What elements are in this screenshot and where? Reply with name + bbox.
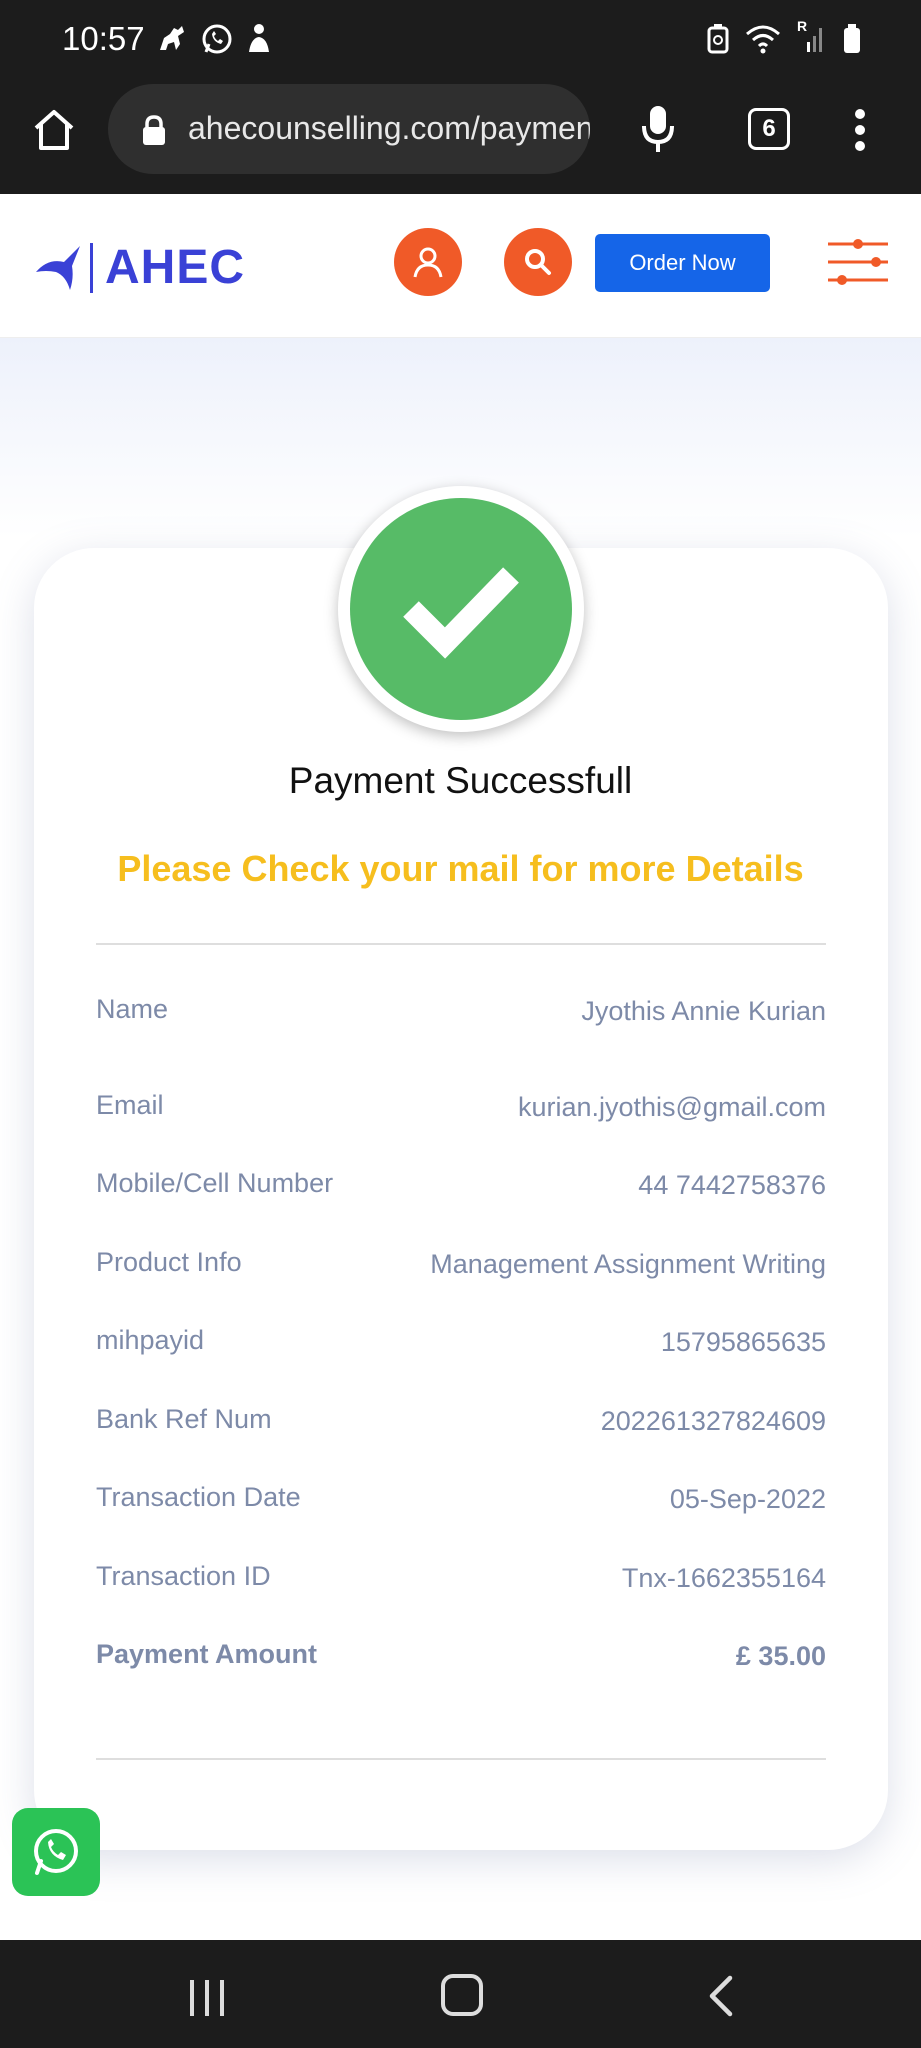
order-now-button[interactable]: Order Now xyxy=(595,234,770,292)
filter-menu-icon[interactable] xyxy=(826,238,890,288)
battery-icon xyxy=(844,24,860,53)
payment-title: Payment Successfull xyxy=(288,760,633,801)
recycle-battery-icon xyxy=(707,24,729,54)
lock-icon xyxy=(143,115,165,145)
detail-label: mihpayid xyxy=(96,1325,205,1355)
detail-value: £ 35.00 xyxy=(735,1641,826,1671)
detail-value: Management Assignment Writing xyxy=(430,1249,826,1279)
detail-row-email: Email kurian.jyothis@gmail.com xyxy=(96,1090,826,1130)
logo-divider xyxy=(90,242,93,293)
payment-subtitle: Please Check your mail for more Details xyxy=(117,848,804,889)
signal-icon: R xyxy=(797,18,827,54)
detail-value: Jyothis Annie Kurian xyxy=(581,996,826,1026)
user-account-button[interactable] xyxy=(394,228,462,296)
user-icon xyxy=(413,247,443,278)
detail-value: 44 7442758376 xyxy=(638,1170,826,1200)
detail-label: Transaction Date xyxy=(96,1482,301,1512)
browser-toolbar: ahecounselling.com/payment 6 xyxy=(0,82,921,194)
address-bar[interactable]: ahecounselling.com/payment xyxy=(108,84,590,174)
detail-row-bank-ref: Bank Ref Num 202261327824609 xyxy=(96,1404,826,1444)
detail-label: Payment Amount xyxy=(96,1639,318,1669)
detail-value: 05-Sep-2022 xyxy=(669,1484,826,1514)
detail-value: kurian.jyothis@gmail.com xyxy=(517,1092,826,1122)
divider xyxy=(96,1758,826,1760)
detail-row-mobile: Mobile/Cell Number 44 7442758376 xyxy=(96,1168,826,1208)
detail-row-transaction-date: Transaction Date 05-Sep-2022 xyxy=(96,1482,826,1522)
detail-label: Transaction ID xyxy=(96,1561,271,1591)
detail-label: Mobile/Cell Number xyxy=(96,1168,334,1198)
detail-value: Tnx-1662355164 xyxy=(621,1563,826,1593)
status-bar: 10:57 R xyxy=(0,0,921,82)
site-logo[interactable]: AHEC xyxy=(34,240,245,295)
detail-row-name: Name Jyothis Annie Kurian xyxy=(96,994,826,1034)
detail-label: Product Info xyxy=(96,1247,242,1277)
detail-label: Bank Ref Num xyxy=(96,1404,272,1434)
whatsapp-icon xyxy=(202,24,232,54)
more-vert-icon[interactable] xyxy=(852,106,868,154)
system-icons: R xyxy=(707,18,861,54)
success-badge xyxy=(338,486,584,732)
bird-logo-icon xyxy=(36,245,80,290)
nav-home-button[interactable] xyxy=(441,1974,483,2016)
checkmark-icon xyxy=(403,567,519,659)
detail-row-transaction-id: Transaction ID Tnx-1662355164 xyxy=(96,1561,826,1601)
detail-label: Email xyxy=(96,1090,164,1120)
detail-row-mihpayid: mihpayid 15795865635 xyxy=(96,1325,826,1365)
microphone-icon[interactable] xyxy=(640,104,676,154)
person-icon xyxy=(249,24,269,52)
recents-icon[interactable] xyxy=(188,1978,226,2018)
detail-value: 202261327824609 xyxy=(600,1406,826,1436)
detail-row-product: Product Info Management Assignment Writi… xyxy=(96,1247,826,1287)
detail-value: 15795865635 xyxy=(660,1327,826,1357)
horse-icon xyxy=(160,26,184,50)
site-header: AHEC Order Now xyxy=(0,194,921,338)
url-text: ahecounselling.com/payment xyxy=(188,110,590,146)
home-icon[interactable] xyxy=(30,106,78,154)
whatsapp-chat-button[interactable] xyxy=(12,1808,100,1896)
detail-row-payment-amount: Payment Amount £ 35.00 xyxy=(96,1639,826,1679)
tab-switcher-button[interactable]: 6 xyxy=(748,108,790,150)
status-time: 10:57 xyxy=(62,20,145,57)
logo-text: AHEC xyxy=(105,241,246,294)
detail-label: Name xyxy=(96,994,169,1024)
search-button[interactable] xyxy=(504,228,572,296)
whatsapp-icon xyxy=(34,1829,78,1875)
divider xyxy=(96,943,826,945)
search-icon xyxy=(525,249,551,275)
back-icon[interactable] xyxy=(706,1974,736,2018)
notification-icons xyxy=(156,22,274,56)
system-nav-bar xyxy=(0,1940,921,2048)
success-circle xyxy=(350,498,572,720)
wifi-icon xyxy=(746,25,780,54)
